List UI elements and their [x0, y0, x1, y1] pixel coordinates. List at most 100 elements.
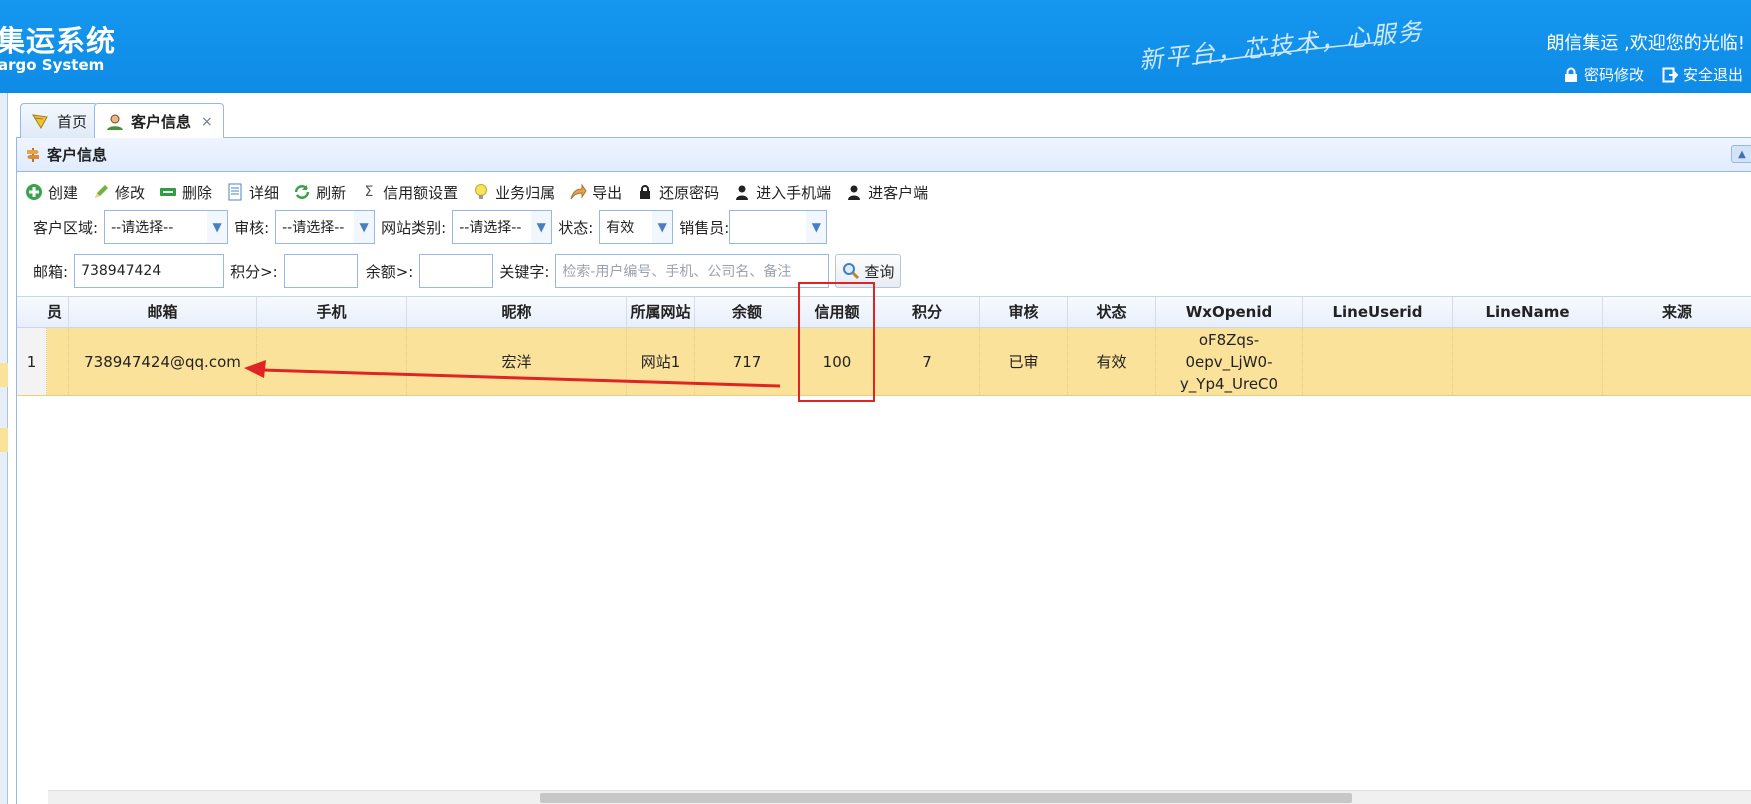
- document-icon: [226, 183, 244, 201]
- column-header[interactable]: 积分: [875, 297, 980, 327]
- balance-cell: 717: [695, 328, 800, 395]
- user-icon: [107, 114, 123, 130]
- row-number: 1: [17, 328, 47, 395]
- email-label: 邮箱:: [33, 262, 69, 281]
- line-name-cell: [1453, 328, 1603, 395]
- password-change-link[interactable]: 密码修改: [1563, 64, 1644, 85]
- credit-setting-button[interactable]: Σ 信用额设置: [360, 180, 458, 204]
- reset-password-button[interactable]: 还原密码: [636, 180, 719, 204]
- lock-icon: [636, 183, 654, 201]
- column-header[interactable]: 手机: [257, 297, 407, 327]
- table-row[interactable]: 1 738947424@qq.com 宏洋 网站1 717 100 7 已审 有…: [17, 328, 1751, 396]
- business-assign-label: 业务归属: [495, 183, 556, 202]
- column-header[interactable]: 审核: [980, 297, 1068, 327]
- column-header[interactable]: 所属网站: [627, 297, 695, 327]
- collapse-panel-button[interactable]: ▲: [1731, 145, 1751, 163]
- logo-title: 集运系统: [0, 24, 117, 58]
- wxopenid-cell: oF8Zqs- 0epv_LjW0- y_Yp4_UreC0: [1156, 328, 1303, 395]
- export-label: 导出: [592, 183, 623, 202]
- refresh-button[interactable]: 刷新: [293, 180, 346, 204]
- pencil-icon: [92, 183, 110, 201]
- tab-bar: 首页 客户信息 ×: [16, 100, 1751, 139]
- region-select[interactable]: --请选择-- ▼: [104, 210, 229, 244]
- slogan-banner: 新平台，芯技术，心服务: [1132, 12, 1425, 75]
- column-header[interactable]: 昵称: [407, 297, 627, 327]
- column-header[interactable]: 员: [17, 297, 69, 327]
- panel-title: 客户信息: [47, 146, 108, 164]
- column-header[interactable]: 邮箱: [69, 297, 257, 327]
- column-header[interactable]: 来源: [1603, 297, 1751, 327]
- region-select-value: --请选择--: [111, 220, 174, 236]
- column-header[interactable]: 余额: [695, 297, 800, 327]
- chevron-down-icon: ▼: [354, 211, 375, 243]
- edit-button[interactable]: 修改: [92, 180, 145, 204]
- scrollbar-thumb[interactable]: [540, 793, 1352, 803]
- logo-subtitle: argo System: [0, 56, 105, 74]
- lock-icon: [1564, 67, 1577, 82]
- create-button[interactable]: 创建: [25, 180, 78, 204]
- column-header[interactable]: LineName: [1453, 297, 1603, 327]
- panel-header: 客户信息 ▲: [17, 138, 1751, 172]
- column-header[interactable]: 状态: [1068, 297, 1156, 327]
- delete-label: 删除: [182, 183, 213, 202]
- tab-home-label: 首页: [57, 112, 88, 131]
- points-cell: 7: [875, 328, 980, 395]
- search-icon: [843, 263, 860, 280]
- audit-select-value: --请选择--: [282, 220, 345, 236]
- person-icon: [733, 183, 751, 201]
- chevron-down-icon: ▼: [531, 211, 552, 243]
- balance-input[interactable]: [419, 254, 494, 288]
- business-assign-button[interactable]: 业务归属: [472, 180, 555, 204]
- source-cell: [1603, 328, 1751, 395]
- filter-row-1: 客户区域: --请选择-- ▼ 审核: --请选择-- ▼ 网站类别: --请选…: [27, 210, 828, 244]
- sales-select[interactable]: ▼: [729, 210, 828, 244]
- credit-cell: 100: [800, 328, 875, 395]
- site-type-select[interactable]: --请选择-- ▼: [452, 210, 553, 244]
- left-nav-selected-marker: [0, 363, 8, 387]
- detail-label: 详细: [249, 183, 280, 202]
- keyword-label: 关键字:: [499, 262, 550, 281]
- site-cell: 网站1: [627, 328, 695, 395]
- points-input[interactable]: [283, 254, 358, 288]
- status-select[interactable]: 有效 ▼: [599, 210, 674, 244]
- password-change-label: 密码修改: [1583, 66, 1644, 84]
- refresh-label: 刷新: [316, 183, 347, 202]
- tab-home[interactable]: 首页: [20, 103, 99, 138]
- status-select-value: 有效: [606, 220, 635, 236]
- delete-button[interactable]: 删除: [159, 180, 212, 204]
- site-type-select-value: --请选择--: [459, 220, 522, 236]
- sigma-icon: Σ: [364, 184, 374, 200]
- enter-client-label: 进客户端: [868, 183, 929, 202]
- customer-grid: 员 邮箱 手机 昵称 所属网站 余额 信用额 积分 审核 状态 WxOpenid…: [17, 296, 1751, 396]
- tab-close-icon[interactable]: ×: [201, 114, 213, 130]
- enter-client-button[interactable]: 进客户端: [845, 180, 928, 204]
- horizontal-scrollbar[interactable]: [48, 790, 1751, 804]
- audit-select[interactable]: --请选择-- ▼: [275, 210, 376, 244]
- export-button[interactable]: 导出: [569, 180, 622, 204]
- chevron-down-icon: ▼: [207, 211, 228, 243]
- left-nav-collapsed[interactable]: [0, 93, 8, 804]
- column-header[interactable]: WxOpenid: [1156, 297, 1303, 327]
- credit-setting-label: 信用额设置: [383, 183, 459, 202]
- enter-mobile-button[interactable]: 进入手机端: [733, 180, 831, 204]
- keyword-input[interactable]: 检索-用户编号、手机、公司名、备注: [555, 254, 830, 288]
- column-header[interactable]: LineUserid: [1303, 297, 1453, 327]
- reset-password-label: 还原密码: [659, 183, 720, 202]
- wxopenid-line: y_Yp4_UreC0: [1179, 374, 1279, 393]
- audit-cell: 已审: [980, 328, 1068, 395]
- wxopenid-line: oF8Zqs-: [1198, 330, 1260, 349]
- minus-icon: [159, 183, 177, 201]
- logout-link[interactable]: 安全退出: [1662, 64, 1743, 85]
- tab-customer-info[interactable]: 客户信息 ×: [94, 103, 224, 139]
- region-label: 客户区域:: [33, 218, 99, 237]
- detail-button[interactable]: 详细: [226, 180, 279, 204]
- customer-panel: 客户信息 ▲ 创建 修改 删除 详细 刷新 Σ 信用额设置 业务归属 导出 还原…: [16, 138, 1751, 804]
- chevron-down-icon: ▼: [652, 211, 673, 243]
- points-label: 积分>:: [230, 262, 278, 281]
- column-header[interactable]: 信用额: [800, 297, 875, 327]
- email-input[interactable]: 738947424: [74, 254, 225, 288]
- query-button[interactable]: 查询: [835, 254, 902, 288]
- slogan-swoosh: [1191, 41, 1383, 65]
- enter-mobile-label: 进入手机端: [756, 183, 832, 202]
- row-cell: [47, 328, 69, 395]
